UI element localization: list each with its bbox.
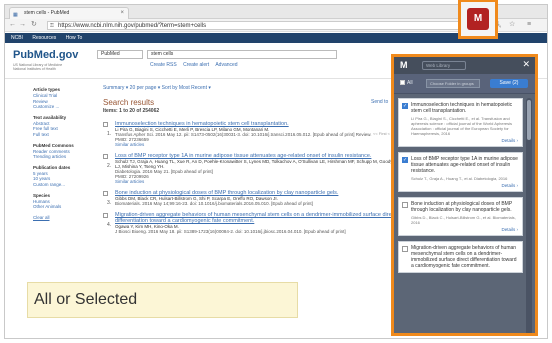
filter-item[interactable]: Trending articles (33, 154, 93, 160)
tab-title: stem cells - PubMed (24, 10, 70, 16)
select-all-label: All (407, 80, 413, 86)
search-links: Create RSS Create alert Advanced (150, 62, 243, 68)
filter-group: Article types Clinical Trial Review Cust… (33, 87, 93, 110)
results-title: Search results (103, 98, 155, 107)
result-checkbox[interactable] (103, 191, 108, 196)
result-number: 2. (107, 163, 112, 169)
filter-group: Text availability Abstract Free full tex… (33, 115, 93, 138)
create-rss-link[interactable]: Create RSS (150, 62, 177, 68)
reference-checkbox[interactable] (402, 202, 408, 208)
reference-card[interactable]: Migration-driven aggregate behaviors of … (398, 241, 523, 273)
reference-authors: Gibbs D., Black C., Hulsart-Billstrom G.… (411, 215, 516, 225)
reference-checkbox[interactable] (402, 246, 408, 252)
mendeley-extension-icon[interactable]: M (467, 8, 489, 30)
result-number: 3. (107, 200, 112, 206)
result-checkbox[interactable] (103, 154, 108, 159)
reference-title: Migration-driven aggregate behaviors of … (411, 245, 517, 269)
select-all-toggle[interactable]: All (400, 80, 413, 86)
result-number: 4. (107, 222, 112, 228)
result-citation: Transfus Apher Sci. 2016 May 12. pii: S1… (115, 132, 372, 137)
forward-icon[interactable]: → (19, 21, 26, 29)
display-settings[interactable]: Summary ▾ 20 per page ▾ Sort by Most Rec… (103, 85, 403, 92)
filter-group: Clear all (33, 215, 93, 221)
importer-panel: M Web Library ✕ All Choose Folder in gro… (391, 54, 538, 336)
back-icon[interactable]: ← (9, 21, 16, 29)
filter-group: PubMed Commons Reader comments Trending … (33, 143, 93, 160)
reference-list: ✓ Immunoselection techniques in hematopo… (398, 98, 523, 278)
create-alert-link[interactable]: Create alert (183, 62, 209, 68)
panel-header: M Web Library ✕ (394, 57, 535, 74)
reference-card[interactable]: ✓ Loss of BMP receptor type 1A in murine… (398, 152, 523, 192)
details-link[interactable]: Details › (411, 138, 518, 143)
clear-all-link[interactable]: Clear all (33, 215, 93, 221)
result-citation: Biomaterials. 2016 May 14;99:16-23. doi:… (115, 201, 313, 206)
filter-group: Species Humans Other Animals (33, 193, 93, 210)
folder-select[interactable]: Choose Folder in groups (426, 79, 480, 88)
result-item: 2. Loss of BMP receptor type 1A in murin… (103, 153, 403, 184)
pubmed-logo[interactable]: PubMed.gov (13, 49, 78, 61)
send-to-button[interactable]: Send to (371, 99, 388, 105)
panel-scrollbar[interactable] (526, 98, 532, 333)
web-library-link[interactable]: Web Library (422, 61, 466, 70)
filter-sidebar: Article types Clinical Trial Review Cust… (33, 87, 93, 225)
result-item: 3. Bone induction at physiological doses… (103, 190, 403, 206)
reference-card[interactable]: ✓ Immunoselection techniques in hematopo… (398, 98, 523, 147)
reference-title: Loss of BMP receptor type 1A in murine a… (411, 156, 518, 174)
result-checkbox[interactable] (103, 213, 108, 218)
filter-item[interactable]: Custom range... (33, 182, 93, 188)
resources-menu[interactable]: Resources (32, 35, 56, 41)
results-main: Summary ▾ 20 per page ▾ Sort by Most Rec… (103, 85, 467, 234)
caption-overlay: All or Selected (27, 282, 298, 318)
similar-articles-link[interactable]: Similar articles (115, 142, 403, 147)
menu-icon[interactable]: ≡ (527, 21, 531, 29)
similar-articles-link[interactable]: Similar articles (115, 179, 403, 184)
advanced-link[interactable]: Advanced (215, 62, 237, 68)
result-title-link[interactable]: Migration-driven aggregate behaviors of … (115, 212, 403, 224)
result-authors: Schulz TJ, Graja A, Huang TL, Xue R, An … (115, 159, 400, 169)
select-all-checkbox[interactable] (400, 80, 405, 86)
bookmark-star-icon[interactable]: ☆ (509, 21, 515, 29)
result-number: 1. (107, 131, 112, 137)
reference-authors: Schulz T., Graja A., Huang T., et al. Di… (411, 176, 508, 181)
reference-checkbox-checked[interactable]: ✓ (402, 157, 408, 163)
howto-menu[interactable]: How To (66, 35, 83, 41)
scrollbar-thumb[interactable] (527, 100, 531, 140)
reference-title: Immunoselection techniques in hematopoie… (411, 102, 513, 114)
mendeley-logo-icon: M (400, 60, 408, 70)
filter-item[interactable]: Other Animals (33, 204, 93, 210)
reference-card[interactable]: Bone induction at physiological doses of… (398, 197, 523, 236)
database-select[interactable]: PubMed (97, 50, 143, 59)
browser-tab[interactable]: ▦ stem cells - PubMed × (9, 7, 129, 19)
filter-group: Publication dates 5 years 10 years Custo… (33, 165, 93, 188)
reload-icon[interactable]: ↻ (31, 21, 37, 29)
tab-close-icon[interactable]: × (120, 8, 124, 18)
ncbi-logo[interactable]: NCBI (11, 35, 23, 41)
details-link[interactable]: Details › (411, 227, 518, 232)
reference-title: Bone induction at physiological doses of… (411, 201, 513, 213)
reference-checkbox-checked[interactable]: ✓ (402, 103, 408, 109)
save-button[interactable]: Save (2) (490, 79, 528, 88)
result-item: 4. Migration-driven aggregate behaviors … (103, 212, 403, 234)
filter-item[interactable]: Full text (33, 132, 93, 138)
panel-toolbar: All Choose Folder in groups Save (2) (394, 74, 535, 94)
details-link[interactable]: Details › (411, 183, 518, 188)
lock-icon: ⚿ (50, 23, 54, 29)
url-text: https://www.ncbi.nlm.nih.gov/pubmed/?ter… (58, 23, 207, 29)
result-citation: J Biosci Bioeng. 2016 May 18. pii: S1389… (115, 229, 346, 234)
reference-authors: Li Pira G., Biagini S., Cicchetti E., et… (411, 116, 513, 136)
extension-highlight: M (458, 0, 498, 39)
panel-close-icon[interactable]: ✕ (522, 59, 530, 70)
results-count: Items: 1 to 20 of 254062 (103, 108, 160, 114)
pubmed-logo-subtitle: US National Library of Medicine National… (13, 63, 63, 71)
search-input[interactable]: stem cells (147, 50, 337, 59)
filter-item[interactable]: Customize ... (33, 104, 93, 110)
url-bar[interactable]: ⚿ https://www.ncbi.nlm.nih.gov/pubmed/?t… (47, 21, 487, 30)
result-checkbox[interactable] (103, 122, 108, 127)
result-item: 1. Immunoselection techniques in hematop… (103, 121, 403, 147)
